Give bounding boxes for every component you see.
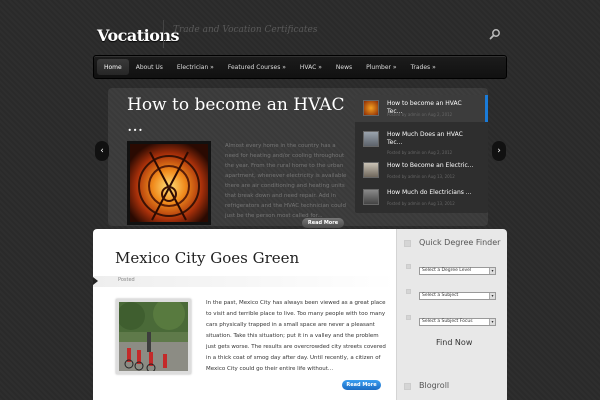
slider-next-button[interactable]: › [492, 141, 506, 161]
featured-list-item[interactable]: How Much do Electricians ... Posted by a… [355, 184, 488, 211]
post-meta-bar [93, 276, 396, 287]
widget-title-degree-finder: Quick Degree Finder [419, 238, 501, 247]
degree-level-select-value: Select a Degree Level [422, 268, 472, 273]
featured-list-meta: Posted by admin on Aug 2, 2012 [387, 112, 453, 117]
header-divider [163, 20, 164, 48]
featured-excerpt: Almost every home in the country has a n… [225, 143, 347, 219]
nav-item-about-us[interactable]: About Us [129, 59, 170, 75]
post-excerpt: In the past, Mexico City has always been… [206, 300, 386, 372]
subject-focus-select[interactable]: Select a Subject Focus ▾ [419, 318, 496, 326]
bullet-icon [406, 289, 411, 294]
featured-list-meta: Posted by admin on Aug 13, 2012 [387, 174, 455, 179]
post-meta: Posted [118, 277, 135, 283]
featured-list-item[interactable]: How Much Does an HVAC Tec... Posted by a… [355, 126, 488, 155]
featured-list-meta: Posted by admin on Aug 2, 2012 [387, 150, 453, 155]
slider-prev-button[interactable]: ‹ [95, 141, 109, 161]
post-read-more-button[interactable]: Read More [342, 380, 381, 390]
widget-title-blogroll: Blogroll [419, 381, 450, 390]
featured-list-thumb [363, 162, 379, 178]
chevron-down-icon: ▾ [489, 319, 495, 325]
sidebar [396, 229, 507, 400]
featured-list-title: How Much Does an HVAC Tec... [387, 131, 463, 146]
nav-item-news[interactable]: News [329, 59, 359, 75]
widget-icon [404, 240, 411, 247]
featured-list-title: How to Become an Electric... [387, 162, 474, 169]
nav-item-home[interactable]: Home [97, 59, 129, 75]
find-now-button[interactable]: Find Now [436, 338, 472, 347]
featured-list-item[interactable]: How to Become an Electric... Posted by a… [355, 157, 488, 184]
featured-list-meta: Posted by admin on Aug 13, 2012 [387, 201, 455, 206]
featured-image[interactable] [127, 141, 211, 225]
subject-select-value: Select a Subject [422, 293, 459, 298]
chevron-down-icon: ▾ [489, 293, 495, 299]
nav-item-electrician[interactable]: Electrician » [170, 59, 221, 75]
nav-item-trades[interactable]: Trades » [404, 59, 443, 75]
featured-list-thumb [363, 100, 379, 116]
widget-icon [404, 383, 411, 390]
featured-list-item[interactable]: How to become an HVAC Tec... Posted by a… [355, 95, 488, 122]
site-logo[interactable]: Vocations [97, 26, 180, 45]
site-tagline: Trade and Vocation Certificates [173, 25, 318, 35]
chevron-down-icon: ▾ [489, 268, 495, 274]
subject-focus-select-value: Select a Subject Focus [422, 319, 473, 324]
post-title[interactable]: Mexico City Goes Green [115, 249, 299, 267]
nav-item-hvac[interactable]: HVAC » [293, 59, 329, 75]
featured-title[interactable]: How to become an HVAC ... [127, 95, 347, 137]
bullet-icon [406, 315, 411, 320]
nav-item-featured-courses[interactable]: Featured Courses » [221, 59, 293, 75]
featured-list-thumb [363, 189, 379, 205]
post-marker-arrow [93, 277, 98, 285]
bullet-icon [406, 264, 411, 269]
featured-read-more-button[interactable]: Read More [302, 218, 344, 228]
featured-list-title: How Much do Electricians ... [387, 189, 472, 196]
subject-select[interactable]: Select a Subject ▾ [419, 292, 496, 300]
featured-list: How to become an HVAC Tec... Posted by a… [355, 95, 488, 213]
search-icon[interactable] [489, 28, 501, 40]
degree-level-select[interactable]: Select a Degree Level ▾ [419, 267, 496, 275]
nav-item-plumber[interactable]: Plumber » [359, 59, 403, 75]
main-nav: Home About Us Electrician » Featured Cou… [93, 55, 507, 79]
featured-list-thumb [363, 131, 379, 147]
post-image[interactable] [116, 298, 191, 374]
